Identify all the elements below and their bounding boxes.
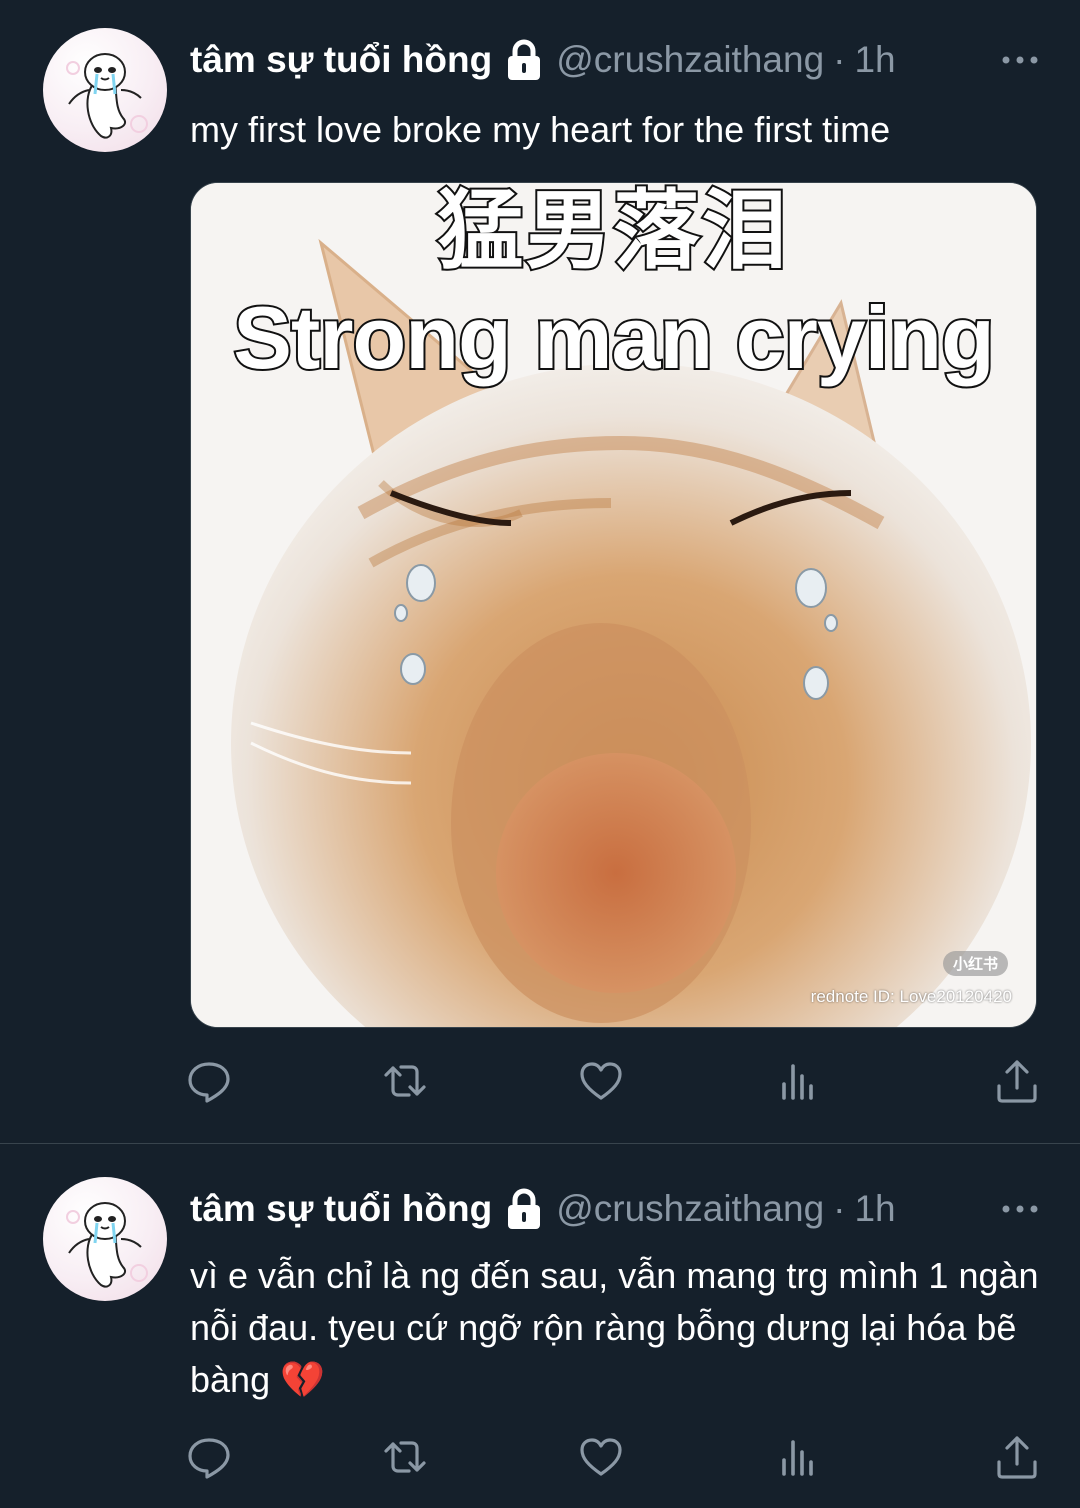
more-icon[interactable] (1000, 1197, 1040, 1221)
crying-seal-avatar-icon (66, 1202, 148, 1288)
views-icon[interactable] (776, 1058, 822, 1104)
retweet-icon[interactable] (382, 1058, 428, 1104)
rednote-badge: 小红书 (942, 951, 1008, 976)
more-icon[interactable] (1000, 48, 1040, 72)
display-name[interactable]: tâm sự tuổi hồng (190, 1188, 492, 1230)
avatar[interactable] (43, 1177, 167, 1301)
handle[interactable]: @crushzaithang (556, 1188, 824, 1230)
handle[interactable]: @crushzaithang (556, 39, 824, 81)
timestamp[interactable]: 1h (854, 1188, 895, 1230)
retweet-icon[interactable] (382, 1434, 428, 1480)
avatar[interactable] (43, 28, 167, 152)
share-icon[interactable] (994, 1058, 1040, 1104)
caption-en: Strong man crying (231, 286, 996, 389)
views-icon[interactable] (776, 1434, 822, 1480)
tweet-header: tâm sự tuổi hồng @crushzaithang · 1h (190, 32, 1040, 88)
caption-zh: 猛男落泪 (436, 183, 790, 281)
tweet[interactable]: tâm sự tuổi hồng @crushzaithang · 1h vì … (0, 1144, 1080, 1508)
share-icon[interactable] (994, 1434, 1040, 1480)
tweet-header: tâm sự tuổi hồng @crushzaithang · 1h (190, 1181, 1040, 1237)
lock-icon (506, 1188, 542, 1230)
like-icon[interactable] (578, 1434, 624, 1480)
reply-icon[interactable] (186, 1058, 232, 1104)
lock-icon (506, 39, 542, 81)
tweet[interactable]: tâm sự tuổi hồng @crushzaithang · 1h my … (0, 0, 1080, 1144)
separator: · (833, 1188, 846, 1229)
separator: · (833, 39, 846, 80)
watermark: rednote ID: Love20120420 (810, 987, 1012, 1006)
timestamp[interactable]: 1h (854, 39, 895, 81)
reply-icon[interactable] (186, 1434, 232, 1480)
tweet-text: my first love broke my heart for the fir… (190, 109, 891, 150)
action-bar (186, 1434, 1044, 1480)
tweet-image[interactable]: 猛男落泪 Strong man crying 小红书 rednote ID: L… (190, 182, 1037, 1028)
tweet-text: vì e vẫn chỉ là ng đến sau, vẫn mang trg… (190, 1255, 1039, 1400)
action-bar (186, 1058, 1044, 1104)
like-icon[interactable] (578, 1058, 624, 1104)
display-name[interactable]: tâm sự tuổi hồng (190, 39, 492, 81)
crying-seal-avatar-icon (66, 53, 148, 139)
